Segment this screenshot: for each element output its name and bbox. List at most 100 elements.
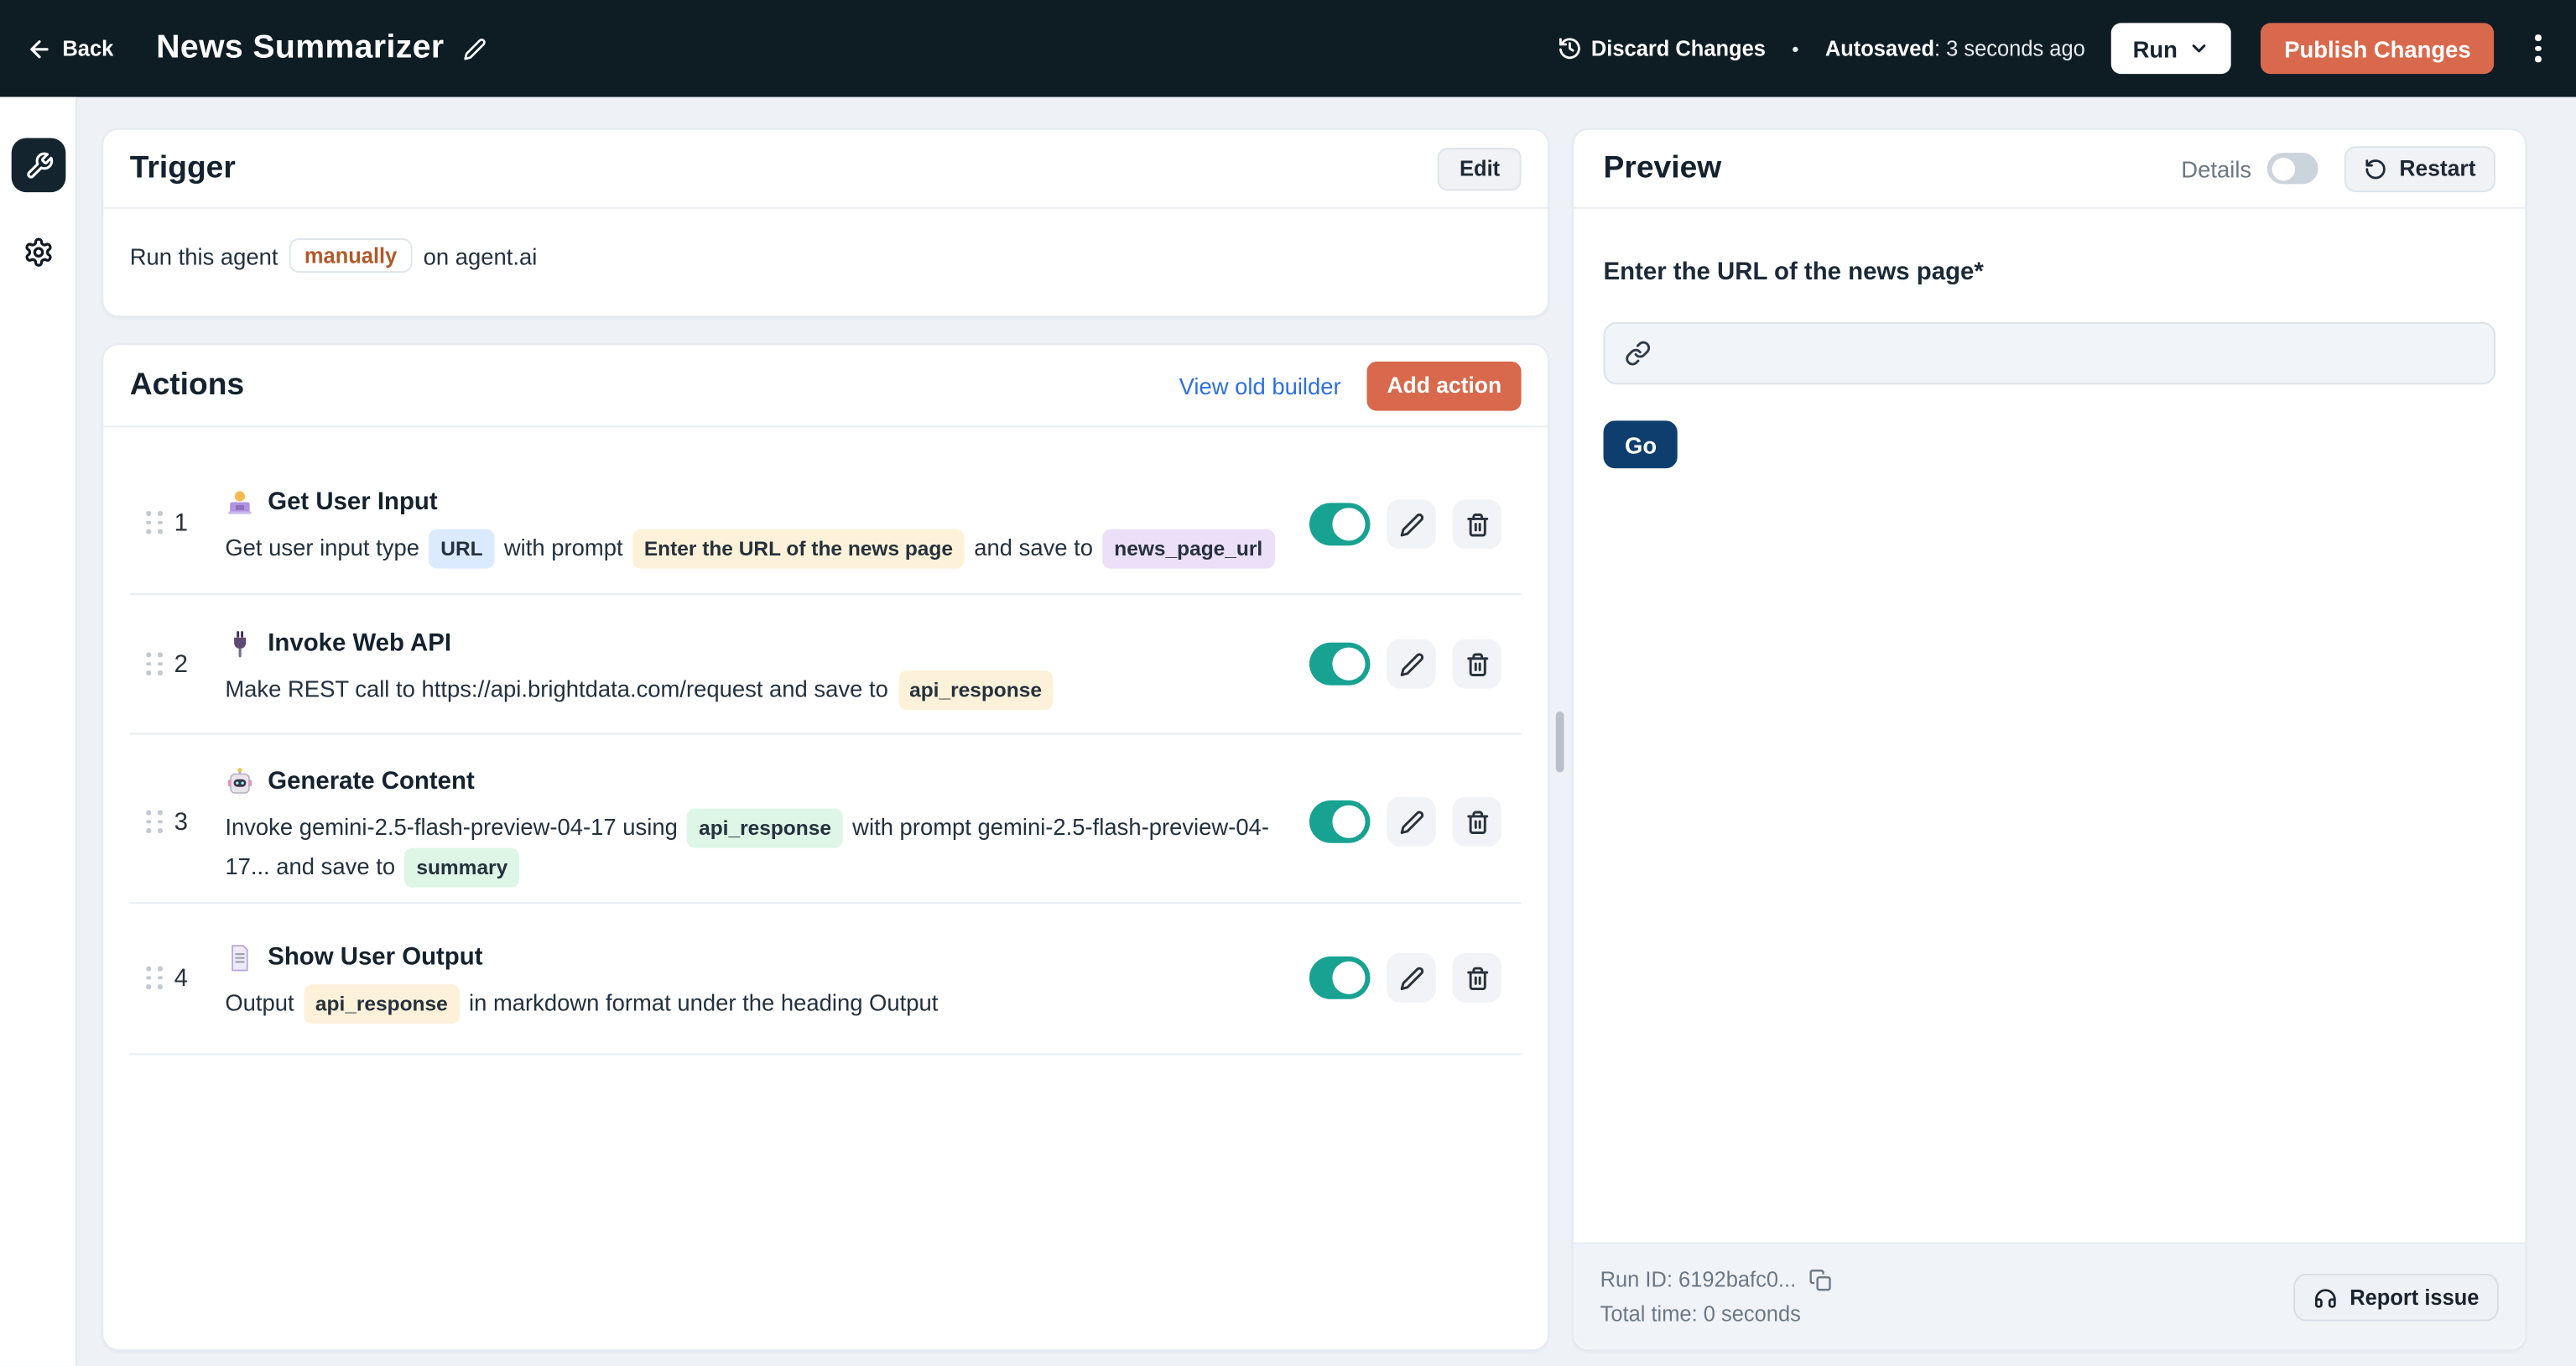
agent-title: News Summarizer <box>156 29 444 67</box>
report-issue-button[interactable]: Report issue <box>2294 1273 2499 1321</box>
copy-icon[interactable] <box>1809 1268 1832 1290</box>
trigger-title: Trigger <box>130 150 236 186</box>
separator-dot: • <box>1792 37 1798 60</box>
plug-icon <box>225 629 254 659</box>
topbar: Back News Summarizer Discard Changes • A… <box>0 0 2576 97</box>
delete-action-button[interactable] <box>1452 797 1501 847</box>
delete-action-button[interactable] <box>1452 639 1501 689</box>
trigger-edit-button[interactable]: Edit <box>1439 147 1522 190</box>
discard-label: Discard Changes <box>1591 36 1766 60</box>
variable-chip: api_response <box>898 670 1053 710</box>
row-separator <box>130 593 1522 595</box>
delete-action-button[interactable] <box>1452 953 1501 1003</box>
drag-handle[interactable] <box>146 811 163 833</box>
actions-rows: 1 Get User Input Get user input type URL… <box>103 427 1548 1349</box>
restart-label: Restart <box>2399 156 2475 180</box>
discard-changes-button[interactable]: Discard Changes <box>1557 36 1766 60</box>
delete-action-button[interactable] <box>1452 499 1501 549</box>
trash-icon <box>1465 512 1489 536</box>
headset-icon <box>2313 1285 2338 1309</box>
preview-footer: Run ID: 6192bafc0... Total time: 0 secon… <box>1574 1243 2525 1349</box>
enable-toggle[interactable] <box>1309 503 1370 545</box>
url-field-label: Enter the URL of the news page* <box>1604 258 2495 285</box>
desc-text: Get user input type <box>225 534 419 560</box>
row-controls <box>1309 797 1501 847</box>
action-description: Output api_response in markdown format u… <box>225 984 1309 1024</box>
actions-title: Actions <box>130 368 244 404</box>
total-time-value: 0 seconds <box>1704 1301 1801 1326</box>
history-icon <box>1557 36 1581 60</box>
preview-title: Preview <box>1604 150 1722 186</box>
pencil-icon <box>1399 652 1423 676</box>
autosaved-status: Autosaved: 3 seconds ago <box>1825 36 2085 60</box>
row-controls <box>1309 953 1501 1003</box>
action-number: 3 <box>174 809 188 837</box>
trigger-mode-chip[interactable]: manually <box>289 238 412 273</box>
details-label: Details <box>2181 155 2251 181</box>
enable-toggle[interactable] <box>1309 643 1370 686</box>
gear-icon <box>23 237 54 268</box>
desc-text: with prompt <box>504 534 623 560</box>
action-description: Make REST call to https://api.brightdata… <box>225 670 1309 710</box>
desc-text: Output <box>225 989 294 1015</box>
preview-card: Preview Details Restart Enter the URL of… <box>1572 128 2527 1351</box>
details-toggle[interactable] <box>2268 153 2319 184</box>
edit-action-button[interactable] <box>1387 953 1436 1003</box>
edit-action-button[interactable] <box>1387 499 1436 549</box>
trigger-header: Trigger Edit <box>103 130 1548 209</box>
row-controls <box>1309 639 1501 689</box>
drag-handle[interactable] <box>146 653 163 675</box>
preview-header: Preview Details Restart <box>1574 130 2525 209</box>
row-separator <box>130 1053 1522 1055</box>
link-icon <box>1625 340 1651 366</box>
trash-icon <box>1465 652 1489 676</box>
restart-button[interactable]: Restart <box>2345 145 2495 191</box>
run-id-value: 6192bafc0... <box>1678 1267 1796 1291</box>
back-label: Back <box>62 36 113 60</box>
enable-toggle[interactable] <box>1309 800 1370 843</box>
go-button[interactable]: Go <box>1604 420 1678 468</box>
sidebar-item-build[interactable] <box>12 138 66 193</box>
action-title: Show User Output <box>268 943 482 971</box>
actions-header: Actions View old builder Add action <box>103 345 1548 427</box>
chevron-down-icon <box>2189 38 2210 59</box>
url-input[interactable] <box>1668 340 2475 366</box>
action-number: 1 <box>174 509 188 537</box>
run-button[interactable]: Run <box>2111 23 2231 74</box>
run-id-text: Run ID: 6192bafc0... <box>1600 1267 1797 1291</box>
run-id-label: Run ID: <box>1600 1267 1673 1291</box>
action-description: Invoke gemini-2.5-flash-preview-04-17 us… <box>225 809 1309 888</box>
drag-handle[interactable] <box>146 967 163 989</box>
technologist-icon <box>225 488 254 518</box>
kebab-menu-icon[interactable] <box>2523 29 2553 68</box>
drag-handle[interactable] <box>146 511 163 534</box>
variable-chip: api_response <box>687 809 842 848</box>
left-rail <box>0 97 77 1366</box>
action-description: Get user input type URL with prompt Ente… <box>225 529 1309 569</box>
variable-chip: summary <box>405 848 519 888</box>
variable-chip: news_page_url <box>1103 529 1274 569</box>
publish-changes-button[interactable]: Publish Changes <box>2261 23 2494 74</box>
action-number: 2 <box>174 651 188 679</box>
app-viewport: Back News Summarizer Discard Changes • A… <box>0 0 2576 1366</box>
topbar-actions: Discard Changes • Autosaved: 3 seconds a… <box>1557 23 2553 74</box>
edit-action-button[interactable] <box>1387 639 1436 689</box>
pencil-icon <box>1399 810 1423 834</box>
row-separator <box>130 902 1522 904</box>
edit-action-button[interactable] <box>1387 797 1436 847</box>
enable-toggle[interactable] <box>1309 957 1370 999</box>
prompt-chip: Enter the URL of the news page <box>632 529 965 569</box>
edit-title-button[interactable] <box>464 37 487 60</box>
page-icon <box>225 943 254 972</box>
back-button[interactable]: Back <box>26 35 113 61</box>
view-old-builder-link[interactable]: View old builder <box>1179 373 1341 399</box>
url-input-container[interactable] <box>1604 322 2495 384</box>
action-number: 4 <box>174 965 188 993</box>
scrollbar-thumb[interactable] <box>1556 712 1564 772</box>
wrench-icon <box>23 150 53 180</box>
sidebar-item-settings[interactable] <box>12 225 66 279</box>
add-action-button[interactable]: Add action <box>1367 361 1522 410</box>
total-time-label: Total time: <box>1600 1301 1698 1326</box>
row-controls <box>1309 499 1501 549</box>
autosaved-value: : 3 seconds ago <box>1934 36 2085 60</box>
